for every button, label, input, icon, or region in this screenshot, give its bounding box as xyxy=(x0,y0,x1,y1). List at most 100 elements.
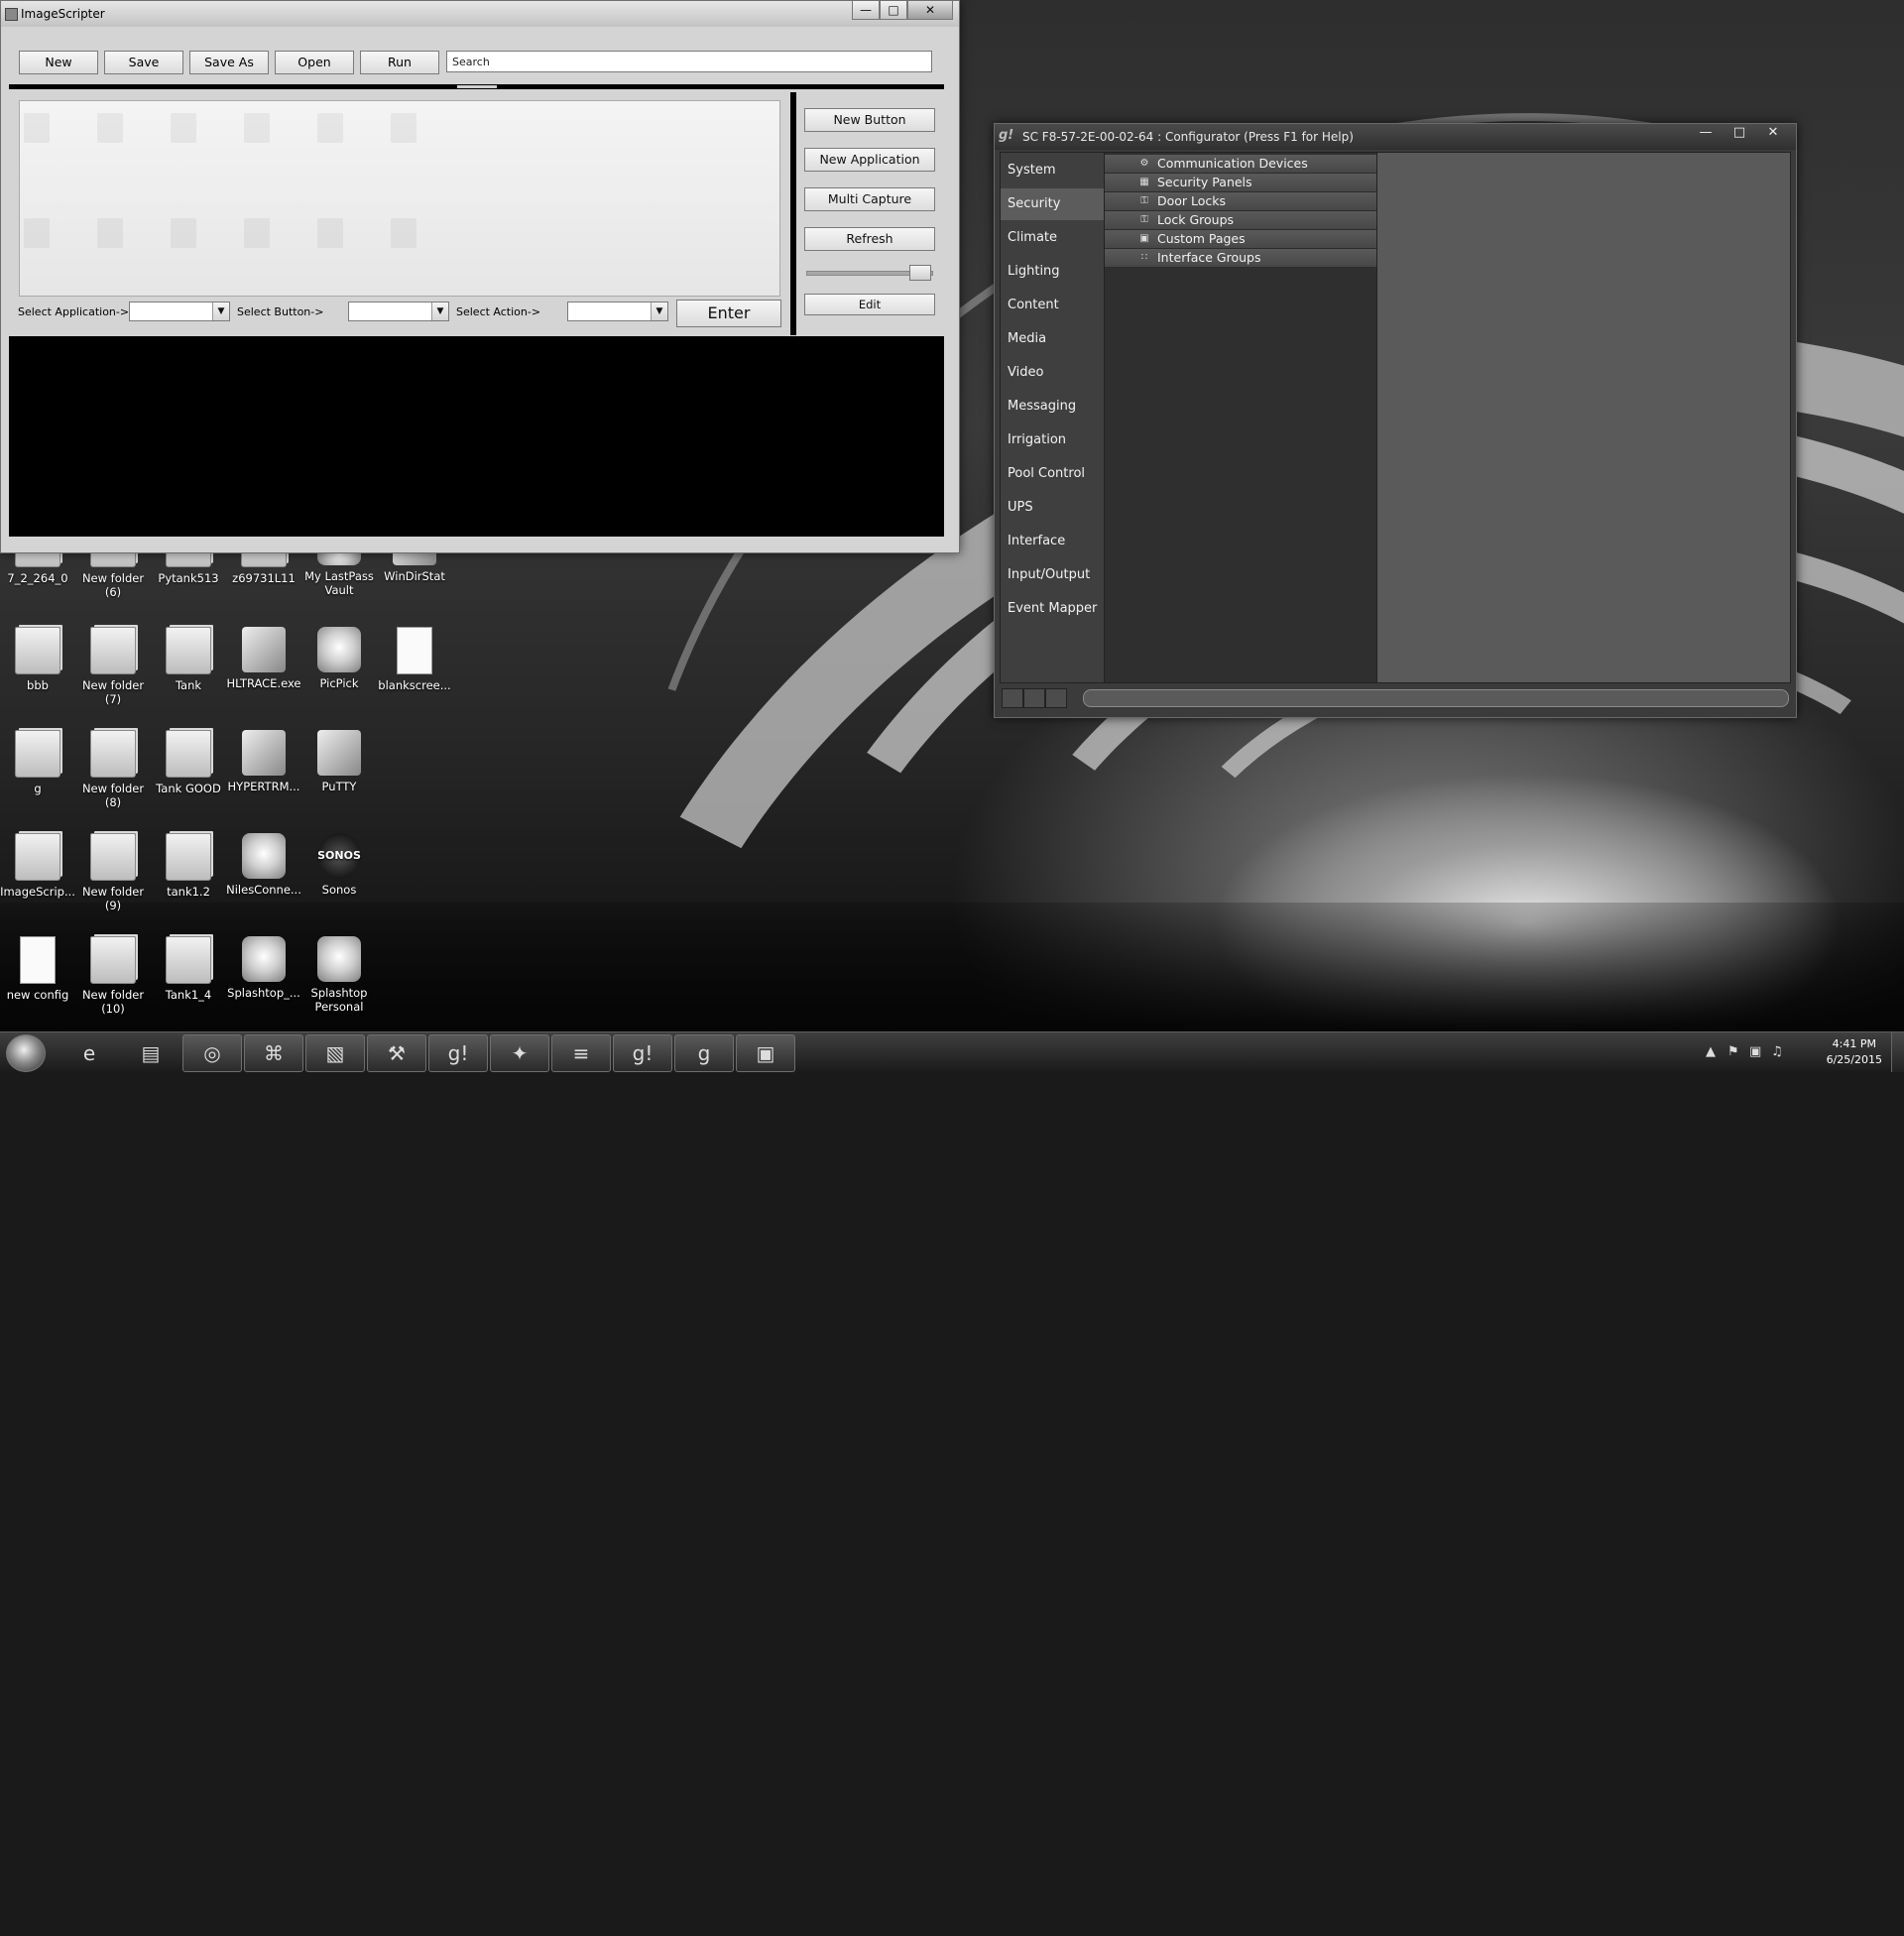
refresh-button[interactable]: Refresh xyxy=(804,227,935,251)
tree-item[interactable]: ⚿ Lock Groups xyxy=(1105,211,1376,230)
page-icon: ▣ xyxy=(1139,233,1149,244)
select-button-label: Select Button-> xyxy=(237,305,324,318)
open-button[interactable]: Open xyxy=(275,51,354,74)
desktop-icon[interactable]: New folder (8) xyxy=(75,730,151,809)
desktop-icon[interactable]: PuTTY xyxy=(301,730,377,793)
g-app-icon[interactable]: g! xyxy=(613,1034,672,1072)
nav-item-messaging[interactable]: Messaging xyxy=(1001,391,1104,423)
network-icon[interactable]: ▣ xyxy=(1749,1044,1761,1059)
edit-button[interactable]: Edit xyxy=(804,294,935,315)
nav-item-system[interactable]: System xyxy=(1001,155,1104,186)
nav-item-pool-control[interactable]: Pool Control xyxy=(1001,458,1104,490)
status-progress xyxy=(1083,689,1789,707)
nav-item-climate[interactable]: Climate xyxy=(1001,222,1104,254)
desktop-icon[interactable]: New folder (7) xyxy=(75,627,151,706)
minimize-button[interactable]: — xyxy=(852,1,880,20)
nav-item-interface[interactable]: Interface xyxy=(1001,526,1104,557)
desktop-icon-label: My LastPass Vault xyxy=(304,569,374,597)
minimize-button[interactable]: — xyxy=(1689,124,1723,142)
chevron-down-icon: ▼ xyxy=(651,302,667,320)
maximize-button[interactable]: □ xyxy=(880,1,907,20)
desktop-icon-label: g xyxy=(34,782,42,795)
volume-icon[interactable]: ♫ xyxy=(1771,1044,1783,1059)
desktop-icon[interactable]: SONOS Sonos xyxy=(301,833,377,897)
slider-thumb[interactable] xyxy=(909,265,931,281)
remote-tool-icon[interactable]: ⌘ xyxy=(244,1034,303,1072)
chrome-icon[interactable]: ◎ xyxy=(182,1034,242,1072)
run-button[interactable]: Run xyxy=(360,51,439,74)
desktop-icon[interactable]: NilesConne... xyxy=(226,833,301,897)
desktop-icon[interactable]: tank1.2 xyxy=(151,833,226,899)
tools-icon[interactable]: ⚒ xyxy=(367,1034,426,1072)
new-application-button[interactable]: New Application xyxy=(804,148,935,172)
image-canvas[interactable] xyxy=(19,100,780,297)
save-as-button[interactable]: Save As xyxy=(189,51,269,74)
desktop-icon[interactable]: HYPERTRM... xyxy=(226,730,301,793)
internet-explorer-icon[interactable]: e xyxy=(60,1034,119,1072)
nav-item-irrigation[interactable]: Irrigation xyxy=(1001,424,1104,456)
configurator-statusbar xyxy=(1000,685,1789,709)
nav-item-video[interactable]: Video xyxy=(1001,357,1104,389)
search-input[interactable]: Search xyxy=(446,51,932,72)
desktop-icon[interactable]: Tank GOOD xyxy=(151,730,226,795)
vertical-splitter[interactable] xyxy=(790,92,796,335)
configurator-titlebar[interactable]: g! SC F8-57-2E-00-02-64 : Configurator (… xyxy=(995,124,1796,150)
tree-item-label: Communication Devices xyxy=(1157,156,1308,171)
save-button[interactable]: Save xyxy=(104,51,183,74)
mouse-tool-icon[interactable]: ✦ xyxy=(490,1034,549,1072)
configurator-icon[interactable]: g xyxy=(674,1034,734,1072)
desktop-icon[interactable]: bbb xyxy=(0,627,75,692)
desktop-icon[interactable]: New folder (9) xyxy=(75,833,151,912)
imagescripter-titlebar[interactable]: ImageScripter — □ ✕ xyxy=(1,1,959,27)
select-action-label: Select Action-> xyxy=(456,305,541,318)
desktop-icon[interactable]: Tank1_4 xyxy=(151,936,226,1002)
action-center-flag-icon[interactable]: ⚑ xyxy=(1727,1044,1739,1059)
desktop-icon[interactable]: new config xyxy=(0,936,75,1002)
close-button[interactable]: ✕ xyxy=(907,1,953,20)
desktop-icon[interactable]: Tank xyxy=(151,627,226,692)
desktop-icon[interactable]: Splashtop Personal xyxy=(301,936,377,1014)
select-action-dropdown[interactable]: ▼ xyxy=(567,302,668,321)
nav-item-lighting[interactable]: Lighting xyxy=(1001,256,1104,288)
clock[interactable]: 4:41 PM 6/25/2015 xyxy=(1827,1036,1882,1068)
splashtop-icon xyxy=(242,936,286,982)
tree-item[interactable]: ▦ Security Panels xyxy=(1105,174,1376,192)
tree-item[interactable]: ∷ Interface Groups xyxy=(1105,249,1376,268)
nav-item-media[interactable]: Media xyxy=(1001,323,1104,355)
close-button[interactable]: ✕ xyxy=(1756,124,1790,142)
g-app-icon[interactable]: g! xyxy=(428,1034,488,1072)
nav-item-security[interactable]: Security xyxy=(1001,188,1104,220)
tree-item[interactable]: ⚿ Door Locks xyxy=(1105,192,1376,211)
show-desktop-button[interactable] xyxy=(1891,1032,1904,1072)
show-hidden-icons-icon[interactable]: ▲ xyxy=(1706,1044,1716,1059)
console-icon[interactable]: ≡ xyxy=(551,1034,611,1072)
nav-item-ups[interactable]: UPS xyxy=(1001,492,1104,524)
desktop-icon[interactable]: HLTRACE.exe xyxy=(226,627,301,690)
multi-capture-button[interactable]: Multi Capture xyxy=(804,187,935,211)
new-button[interactable]: New xyxy=(19,51,98,74)
new-button-button[interactable]: New Button xyxy=(804,108,935,132)
file-explorer-icon[interactable]: ▤ xyxy=(121,1034,180,1072)
desktop-icon[interactable]: PicPick xyxy=(301,627,377,690)
select-application-dropdown[interactable]: ▼ xyxy=(129,302,230,321)
notepad-icon[interactable]: ▧ xyxy=(305,1034,365,1072)
desktop-icon-label: blankscree... xyxy=(378,678,451,692)
nav-item-content[interactable]: Content xyxy=(1001,290,1104,321)
imagescripter-icon[interactable]: ▣ xyxy=(736,1034,795,1072)
desktop-icon[interactable]: New folder (10) xyxy=(75,936,151,1016)
desktop-icon[interactable]: g xyxy=(0,730,75,795)
enter-button[interactable]: Enter xyxy=(676,300,781,327)
desktop-icon[interactable]: ImageScrip... xyxy=(0,833,75,899)
tree-item[interactable]: ▣ Custom Pages xyxy=(1105,230,1376,249)
picpick-icon xyxy=(317,627,361,672)
splitter-grip[interactable] xyxy=(457,85,497,88)
start-button[interactable] xyxy=(6,1034,46,1072)
tree-item[interactable]: ⚙ Communication Devices xyxy=(1105,155,1376,174)
maximize-button[interactable]: □ xyxy=(1723,124,1756,142)
nav-item-input-output[interactable]: Input/Output xyxy=(1001,559,1104,591)
output-console[interactable] xyxy=(9,336,944,537)
select-button-dropdown[interactable]: ▼ xyxy=(348,302,449,321)
desktop-icon[interactable]: blankscree... xyxy=(377,627,452,692)
nav-item-event-mapper[interactable]: Event Mapper xyxy=(1001,593,1104,625)
desktop-icon[interactable]: Splashtop_... xyxy=(226,936,301,1000)
